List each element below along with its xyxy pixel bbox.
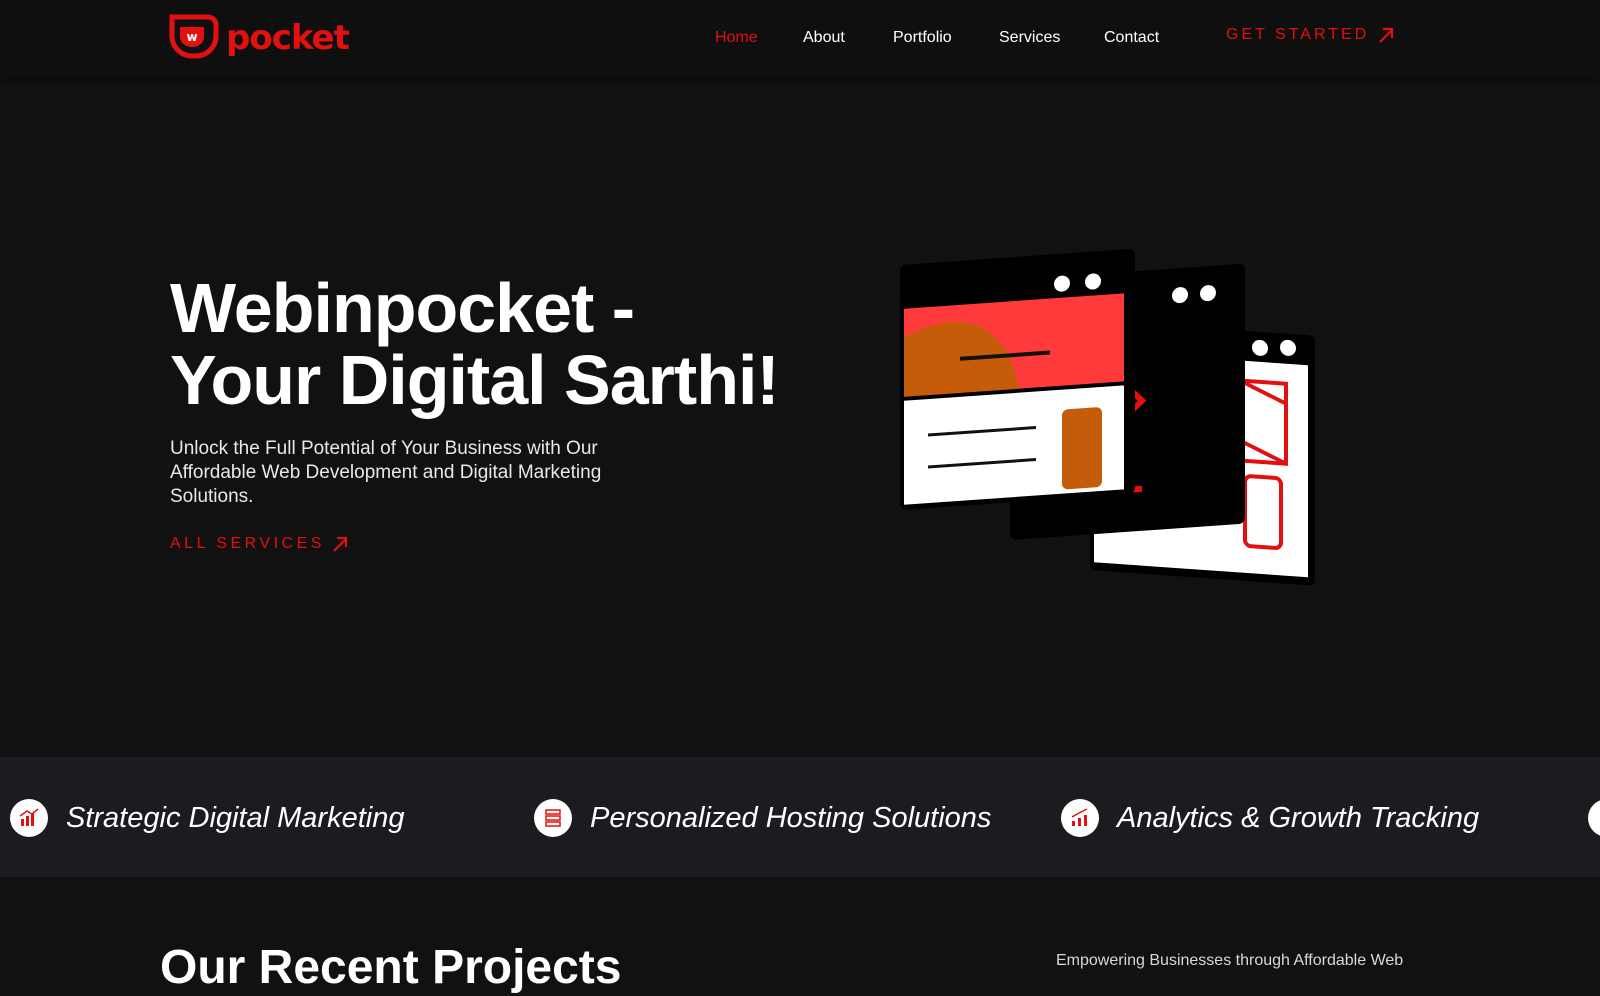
growth-chart-icon: [1061, 799, 1099, 837]
nav-home[interactable]: Home: [715, 29, 758, 47]
nav-about[interactable]: About: [803, 29, 845, 47]
marquee-item: Strategic Digital Marketing: [10, 798, 404, 838]
all-services-label: ALL SERVICES: [170, 535, 325, 552]
partial-icon: [1588, 799, 1600, 837]
projects-description: Empowering Businesses through Affordable…: [1056, 952, 1404, 969]
projects-title: Our Recent Projects: [160, 941, 622, 994]
arrow-up-right-icon: [1379, 27, 1394, 43]
hero-title-line2: Your Digital Sarthi!: [170, 341, 780, 419]
hero-title-line1: Webinpocket -: [170, 269, 635, 347]
hero-title: Webinpocket - Your Digital Sarthi!: [170, 269, 780, 419]
marquee-item: Analytics & Growth Tracking: [1061, 798, 1479, 838]
services-marquee: Strategic Digital Marketing Personalized…: [0, 757, 1600, 877]
nav-contact[interactable]: Contact: [1104, 29, 1159, 47]
site-header: w pocket Home About Portfolio Services C…: [0, 0, 1600, 78]
server-icon: [534, 799, 572, 837]
nav-services[interactable]: Services: [999, 29, 1060, 47]
marquee-label: Strategic Digital Marketing: [66, 801, 405, 834]
get-started-button[interactable]: GET STARTED: [1226, 26, 1395, 44]
marquee-item-partial: [1588, 798, 1600, 838]
nav-portfolio[interactable]: Portfolio: [893, 29, 952, 47]
marketing-chart-icon: [10, 799, 48, 837]
marquee-label: Personalized Hosting Solutions: [590, 801, 992, 834]
arrow-up-right-icon: [333, 536, 348, 552]
browser-windows-illustration: [900, 248, 1315, 586]
front-window: [900, 248, 1135, 510]
get-started-label: GET STARTED: [1226, 26, 1370, 43]
marquee-label: Analytics & Growth Tracking: [1117, 801, 1480, 834]
hero-subtitle: Unlock the Full Potential of Your Busine…: [170, 438, 602, 507]
all-services-link[interactable]: ALL SERVICES: [170, 535, 349, 553]
marquee-item: Personalized Hosting Solutions: [534, 798, 991, 838]
